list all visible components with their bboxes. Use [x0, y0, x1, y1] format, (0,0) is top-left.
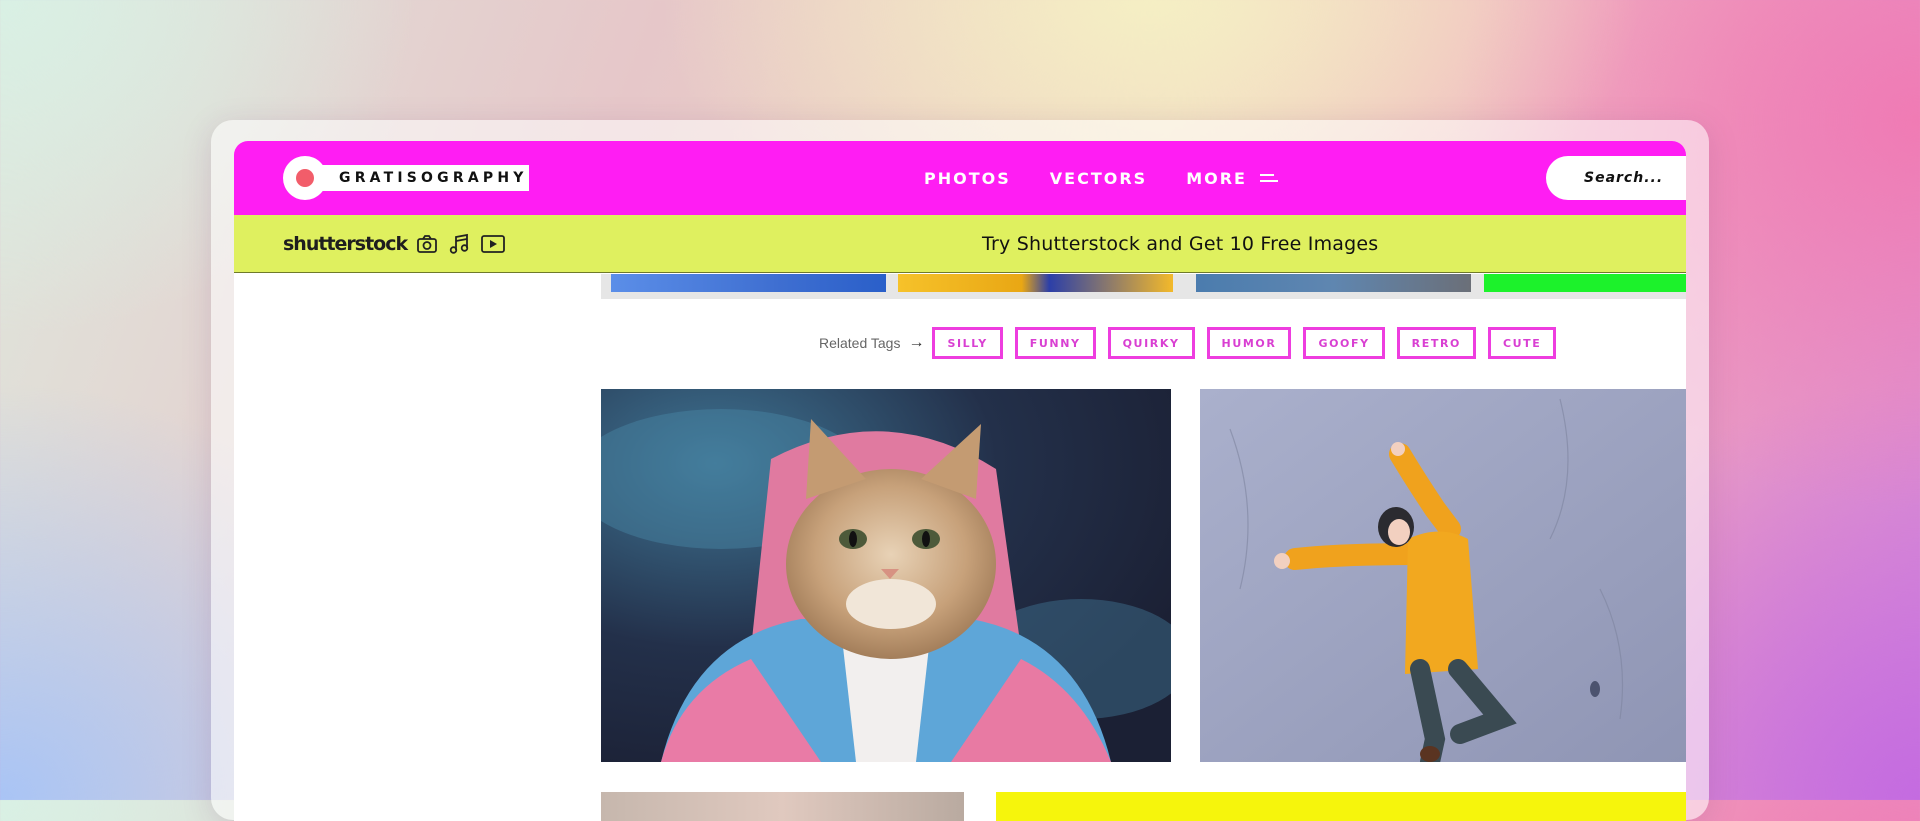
site-header: GRATISOGRAPHY PHOTOS VECTORS MORE: [234, 141, 1686, 215]
logo-wordmark: GRATISOGRAPHY: [319, 165, 529, 191]
photo-cat-in-raincoat[interactable]: [601, 389, 1171, 762]
camera-icon[interactable]: [416, 233, 438, 255]
arrow-right-icon: →: [908, 334, 925, 351]
music-note-icon[interactable]: [448, 233, 470, 255]
related-tags: Related Tags → SILLY FUNNY QUIRKY HUMOR …: [819, 327, 1568, 359]
shutterstock-logo[interactable]: shutterstock: [283, 233, 408, 255]
nav-photos-label: PHOTOS: [924, 168, 1011, 188]
strip-image-2[interactable]: [898, 274, 1173, 292]
menu-icon: [1259, 173, 1278, 183]
promo-text[interactable]: Try Shutterstock and Get 10 Free Images: [982, 215, 1378, 272]
strip-image-1[interactable]: [611, 274, 886, 292]
tag-cute[interactable]: CUTE: [1487, 327, 1557, 359]
tag-silly[interactable]: SILLY: [932, 327, 1003, 359]
nav-vectors-label: VECTORS: [1049, 168, 1148, 188]
tag-goofy[interactable]: GOOFY: [1303, 327, 1385, 359]
main-nav: PHOTOS VECTORS MORE: [924, 141, 1278, 215]
tag-humor[interactable]: HUMOR: [1206, 327, 1292, 359]
photo-partial-1[interactable]: [601, 792, 964, 821]
photo-woman-yellow-sweater[interactable]: [1200, 389, 1686, 762]
nav-more-label: MORE: [1186, 168, 1247, 188]
nav-more[interactable]: MORE: [1186, 169, 1278, 188]
tag-retro[interactable]: RETRO: [1396, 327, 1476, 359]
photo-partial-2[interactable]: [996, 792, 1686, 821]
promo-banner[interactable]: shutterstock Try Shutterstock and Get 10…: [234, 215, 1686, 273]
page: GRATISOGRAPHY PHOTOS VECTORS MORE shutte…: [234, 141, 1686, 821]
search-input[interactable]: [1546, 156, 1686, 200]
previous-row-strip: [601, 274, 1686, 299]
strip-image-3[interactable]: [1196, 274, 1471, 292]
logo-badge: [283, 156, 327, 200]
strip-image-4[interactable]: [1484, 274, 1686, 292]
nav-vectors[interactable]: VECTORS: [1050, 169, 1147, 188]
tag-quirky[interactable]: QUIRKY: [1107, 327, 1195, 359]
logo-dot-icon: [296, 169, 314, 187]
nav-photos[interactable]: PHOTOS: [924, 169, 1011, 188]
media-type-icons: [416, 233, 506, 255]
video-play-icon[interactable]: [480, 233, 506, 255]
related-tags-label: Related Tags: [819, 335, 901, 351]
tag-funny[interactable]: FUNNY: [1014, 327, 1096, 359]
